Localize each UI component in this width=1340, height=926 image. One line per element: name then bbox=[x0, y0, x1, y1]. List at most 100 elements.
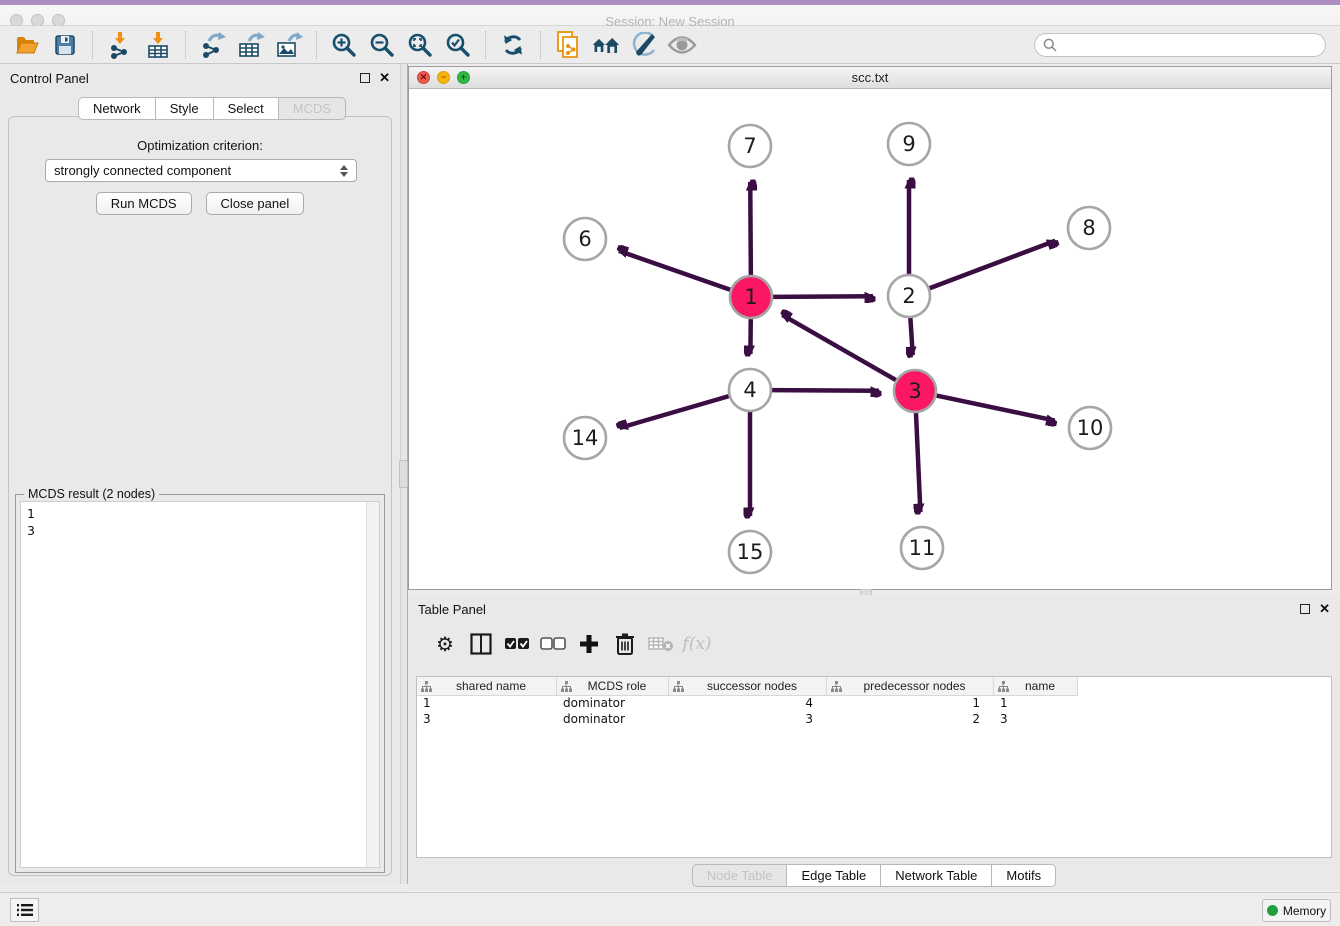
result-line: 3 bbox=[27, 522, 363, 539]
tab-style[interactable]: Style bbox=[155, 97, 213, 120]
app-titlebar: Session: New Session bbox=[0, 5, 1340, 26]
vertical-splitter-handle[interactable] bbox=[399, 460, 408, 488]
column-header-predecessor-nodes[interactable]: predecessor nodes bbox=[827, 677, 994, 696]
cell[interactable]: dominator bbox=[557, 696, 669, 712]
search-box[interactable] bbox=[1034, 33, 1326, 57]
cell[interactable]: 1 bbox=[417, 696, 557, 712]
refresh-layout-icon[interactable] bbox=[498, 30, 528, 60]
cell[interactable]: 1 bbox=[827, 696, 994, 712]
search-input[interactable] bbox=[1062, 38, 1317, 52]
task-history-button[interactable] bbox=[10, 898, 39, 922]
cell[interactable]: 3 bbox=[994, 712, 1078, 728]
column-header-shared-name[interactable]: shared name bbox=[417, 677, 557, 696]
deselect-all-icon[interactable] bbox=[538, 629, 568, 659]
select-stepper-icon bbox=[340, 165, 348, 177]
close-panel-button[interactable]: Close panel bbox=[206, 192, 305, 215]
tab-node-table[interactable]: Node Table bbox=[692, 864, 787, 887]
mcds-result-textarea[interactable]: 13 bbox=[20, 501, 380, 868]
float-panel-icon[interactable] bbox=[360, 73, 370, 83]
tab-network[interactable]: Network bbox=[78, 97, 155, 120]
zoom-selected-icon[interactable] bbox=[443, 30, 473, 60]
edge-2-3[interactable] bbox=[910, 318, 912, 355]
save-icon[interactable] bbox=[50, 30, 80, 60]
control-panel-title: Control Panel bbox=[10, 71, 89, 86]
edge-3-11[interactable] bbox=[916, 413, 920, 512]
network-canvas[interactable]: 7 9 6 8 1 2 4 3 14 10 15 11 bbox=[409, 89, 1331, 589]
duplicate-network-icon[interactable] bbox=[553, 30, 583, 60]
toolbar-separator bbox=[540, 31, 541, 59]
network-window-titlebar[interactable]: ✕ − + scc.txt bbox=[409, 67, 1331, 89]
zoom-in-icon[interactable] bbox=[329, 30, 359, 60]
export-table-icon[interactable] bbox=[236, 30, 266, 60]
import-table-icon[interactable] bbox=[143, 30, 173, 60]
node-8[interactable]: 8 bbox=[1068, 207, 1110, 249]
node-2[interactable]: 2 bbox=[888, 275, 930, 317]
close-panel-icon[interactable]: ✕ bbox=[379, 73, 390, 83]
column-header-name[interactable]: name bbox=[994, 677, 1078, 696]
edge-3-10[interactable] bbox=[937, 396, 1055, 421]
node-3[interactable]: 3 bbox=[894, 370, 936, 412]
memory-button[interactable]: Memory bbox=[1262, 899, 1331, 922]
home-networks-icon[interactable] bbox=[591, 30, 621, 60]
table-panel-title: Table Panel bbox=[418, 602, 486, 617]
select-all-icon[interactable] bbox=[502, 629, 532, 659]
delete-column-icon[interactable] bbox=[610, 629, 640, 659]
split-panel-icon[interactable] bbox=[466, 629, 496, 659]
optimization-criterion-label: Optimization criterion: bbox=[9, 138, 391, 153]
mcds-panel: Optimization criterion: strongly connect… bbox=[8, 116, 392, 876]
edge-4-14[interactable] bbox=[620, 396, 729, 428]
table-row[interactable]: 3dominator323 bbox=[417, 712, 1331, 728]
export-network-icon[interactable] bbox=[198, 30, 228, 60]
result-scrollbar[interactable] bbox=[366, 502, 379, 867]
node-14[interactable]: 14 bbox=[564, 417, 606, 459]
open-folder-icon[interactable] bbox=[12, 30, 42, 60]
add-column-icon[interactable] bbox=[574, 629, 604, 659]
close-table-panel-icon[interactable]: ✕ bbox=[1319, 604, 1330, 614]
tab-network-table[interactable]: Network Table bbox=[880, 864, 991, 887]
edge-1-6[interactable] bbox=[619, 251, 730, 290]
cell[interactable]: 3 bbox=[669, 712, 827, 728]
run-mcds-button[interactable]: Run MCDS bbox=[96, 192, 192, 215]
node-4[interactable]: 4 bbox=[729, 369, 771, 411]
memory-label: Memory bbox=[1283, 904, 1326, 918]
edge-1-7[interactable] bbox=[750, 182, 751, 275]
cell[interactable]: 4 bbox=[669, 696, 827, 712]
column-header-successor-nodes[interactable]: successor nodes bbox=[669, 677, 827, 696]
node-1[interactable]: 1 bbox=[730, 276, 772, 318]
status-bar: Memory bbox=[0, 892, 1340, 926]
column-header-MCDS-role[interactable]: MCDS role bbox=[557, 677, 669, 696]
edge-3-1[interactable] bbox=[782, 315, 896, 380]
edge-2-8[interactable] bbox=[930, 241, 1056, 289]
node-11[interactable]: 11 bbox=[901, 527, 943, 569]
tab-motifs[interactable]: Motifs bbox=[991, 864, 1056, 887]
tab-mcds[interactable]: MCDS bbox=[278, 97, 346, 120]
float-table-panel-icon[interactable] bbox=[1300, 604, 1310, 614]
tab-select[interactable]: Select bbox=[213, 97, 278, 120]
export-image-icon[interactable] bbox=[274, 30, 304, 60]
style-preview-icon[interactable] bbox=[629, 30, 659, 60]
settings-gear-icon[interactable]: ⚙ bbox=[430, 629, 460, 659]
cell[interactable]: dominator bbox=[557, 712, 669, 728]
cell[interactable]: 3 bbox=[417, 712, 557, 728]
optimization-criterion-select[interactable]: strongly connected component bbox=[45, 159, 357, 182]
svg-text:7: 7 bbox=[743, 134, 756, 158]
edge-1-2[interactable] bbox=[773, 296, 873, 297]
zoom-fit-icon[interactable] bbox=[405, 30, 435, 60]
node-15[interactable]: 15 bbox=[729, 531, 771, 573]
node-10[interactable]: 10 bbox=[1069, 407, 1111, 449]
node-9[interactable]: 9 bbox=[888, 123, 930, 165]
table-row[interactable]: 1dominator411 bbox=[417, 696, 1331, 712]
zoom-out-icon[interactable] bbox=[367, 30, 397, 60]
node-table[interactable]: shared nameMCDS rolesuccessor nodesprede… bbox=[416, 676, 1332, 858]
control-panel: Control Panel ✕ NetworkStyleSelectMCDS O… bbox=[0, 64, 400, 884]
edge-4-3[interactable] bbox=[772, 390, 879, 391]
tab-edge-table[interactable]: Edge Table bbox=[786, 864, 880, 887]
cell[interactable]: 2 bbox=[827, 712, 994, 728]
eye-visibility-icon[interactable] bbox=[667, 30, 697, 60]
import-network-icon[interactable] bbox=[105, 30, 135, 60]
node-7[interactable]: 7 bbox=[729, 125, 771, 167]
svg-text:11: 11 bbox=[909, 536, 936, 560]
cell[interactable]: 1 bbox=[994, 696, 1078, 712]
mcds-result-title: MCDS result (2 nodes) bbox=[24, 487, 159, 501]
node-6[interactable]: 6 bbox=[564, 218, 606, 260]
